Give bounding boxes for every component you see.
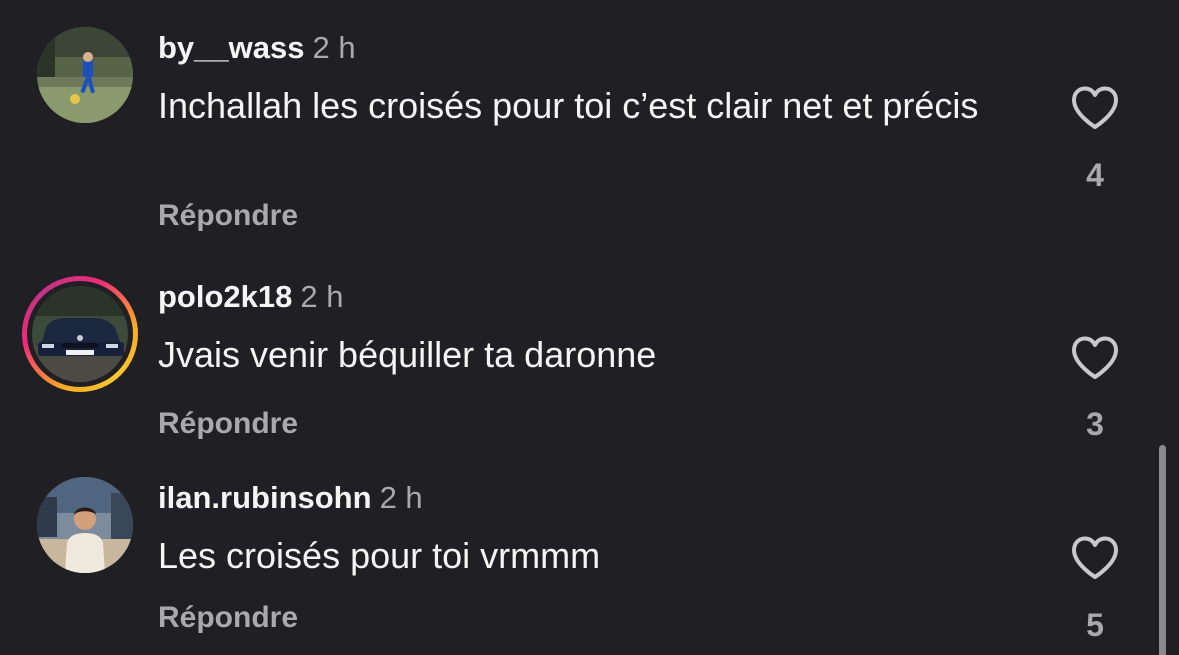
avatar[interactable] — [37, 27, 133, 123]
heart-outline-icon[interactable] — [1071, 86, 1119, 130]
scrollbar[interactable] — [1159, 445, 1166, 655]
comment-header: by__wass 2 h — [158, 30, 356, 66]
username[interactable]: by__wass — [158, 30, 305, 65]
comment-time: 2 h — [379, 480, 423, 515]
avatar[interactable] — [32, 286, 128, 382]
reply-button[interactable]: Répondre — [158, 406, 298, 442]
comment-time: 2 h — [300, 279, 344, 314]
username[interactable]: polo2k18 — [158, 279, 292, 314]
heart-outline-icon[interactable] — [1071, 336, 1119, 380]
like-count: 5 — [1086, 607, 1104, 643]
comment-text: Jvais venir béquiller ta daronne — [158, 334, 657, 375]
like-count: 3 — [1086, 406, 1104, 442]
comment-text: Les croisés pour toi vrmmm — [158, 535, 601, 576]
comments-screen: by__wass 2 h Inchallah les croisés pour t… — [0, 0, 1179, 655]
reply-button[interactable]: Répondre — [158, 198, 298, 234]
username[interactable]: ilan.rubinsohn — [158, 480, 372, 515]
avatar[interactable] — [37, 477, 133, 573]
comment-header: ilan.rubinsohn 2 h — [158, 480, 423, 516]
comment-time: 2 h — [312, 30, 356, 65]
comment-header: polo2k18 2 h — [158, 279, 344, 315]
heart-outline-icon[interactable] — [1071, 536, 1119, 580]
like-count: 4 — [1086, 157, 1104, 193]
comment-text: Inchallah les croisés pour toi c’est cla… — [158, 85, 979, 126]
reply-button[interactable]: Répondre — [158, 600, 298, 636]
